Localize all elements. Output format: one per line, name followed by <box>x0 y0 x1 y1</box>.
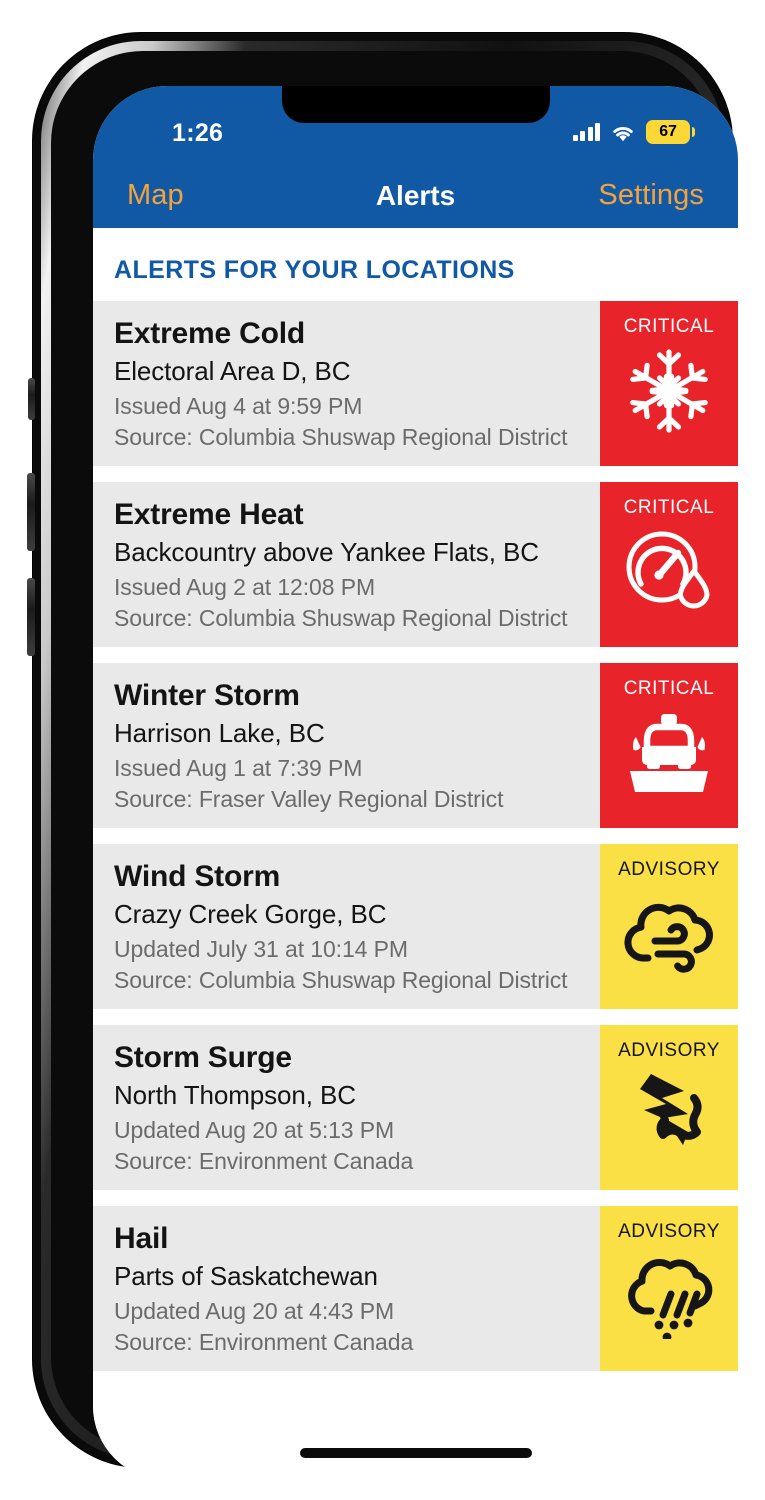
alert-title: Extreme Cold <box>114 317 305 350</box>
alert-title: Hail <box>114 1222 169 1256</box>
alert-location: Parts of Saskatchewan <box>114 1260 378 1291</box>
alert-source: Source: Columbia Shuswap Regional Distri… <box>114 423 568 450</box>
severity-label: ADVISORY <box>618 1040 720 1062</box>
alert-source: Source: Columbia Shuswap Regional Distri… <box>114 966 568 993</box>
alert-card-details: Winter Storm Harrison Lake, BC Issued Aug … <box>93 663 600 828</box>
phone-screen: 1:26 67 Map Alerts Settings ALERTS FOR Y… <box>93 86 738 1480</box>
display-notch <box>281 86 550 123</box>
alert-timestamp: Updated Aug 20 at 4:43 PM <box>114 1298 395 1325</box>
alert-location: Electoral Area D, BC <box>114 355 351 386</box>
tab-settings[interactable]: Settings <box>598 179 704 212</box>
alert-card-details: Extreme Cold Electoral Area D, BC Issued A… <box>93 301 600 466</box>
status-bar-clock: 1:26 <box>172 119 224 147</box>
battery-low-power-icon: 67 <box>646 120 695 144</box>
severity-badge: CRITICAL <box>600 301 738 467</box>
humidex-gauge-icon <box>621 526 717 618</box>
alerts-list-scroll-area[interactable]: ALERTS FOR YOUR LOCATIONS Extreme Cold El… <box>93 228 738 1480</box>
severity-badge: CRITICAL <box>600 663 738 829</box>
alert-card[interactable]: Storm Surge North Thompson, BC Updated Aug… <box>93 1025 738 1191</box>
home-indicator-bar[interactable] <box>299 1448 532 1458</box>
alert-timestamp: Issued Aug 1 at 7:39 PM <box>114 755 363 782</box>
severity-label: CRITICAL <box>623 316 715 337</box>
alert-card[interactable]: Extreme Cold Electoral Area D, BC Issued A… <box>93 301 738 467</box>
alert-location: Crazy Creek Gorge, BC <box>114 898 387 929</box>
alert-location: Backcountry above Yankee Flats, BC <box>114 536 539 567</box>
severity-label: ADVISORY <box>618 859 720 881</box>
alert-title: Extreme Heat <box>114 498 304 532</box>
alert-source: Source: Fraser Valley Regional District <box>114 785 504 812</box>
severity-label: CRITICAL <box>623 497 715 519</box>
battery-percentage-label: 67 <box>659 123 677 140</box>
severity-label: CRITICAL <box>623 678 715 700</box>
navigation-bar: Map Alerts Settings <box>93 163 738 228</box>
severity-badge: ADVISORY <box>600 1025 738 1191</box>
snowflake-icon <box>621 345 717 437</box>
severity-label: ADVISORY <box>618 1221 720 1243</box>
section-header-alerts-for-your-locations: ALERTS FOR YOUR LOCATIONS <box>114 256 515 284</box>
alert-timestamp: Issued Aug 2 at 12:08 PM <box>114 574 375 601</box>
alert-title: Winter Storm <box>114 679 300 713</box>
alert-timestamp: Updated Aug 20 at 5:13 PM <box>114 1117 395 1144</box>
wind-cloud-icon <box>621 888 717 980</box>
alert-source: Source: Environment Canada <box>114 1328 414 1355</box>
alert-title: Storm Surge <box>114 1041 292 1075</box>
alert-timestamp: Issued Aug 4 at 9:59 PM <box>114 393 363 420</box>
alert-location: North Thompson, BC <box>114 1079 356 1110</box>
alert-card[interactable]: Winter Storm Harrison Lake, BC Issued Aug … <box>93 663 738 829</box>
volume-up-button[interactable] <box>27 473 35 551</box>
storm-surge-arrow-icon <box>621 1069 717 1161</box>
cellular-signal-icon <box>572 123 600 141</box>
phone-device-frame: 1:26 67 Map Alerts Settings ALERTS FOR Y… <box>27 33 738 1480</box>
alert-card[interactable]: Extreme Heat Backcountry above Yankee Fla… <box>93 482 738 648</box>
mute-switch-button[interactable] <box>28 378 35 420</box>
volume-down-button[interactable] <box>27 578 35 656</box>
alert-title: Wind Storm <box>114 860 281 894</box>
alert-card-details: Wind Storm Crazy Creek Gorge, BC Updated J… <box>93 844 600 1009</box>
alert-card-details: Hail Parts of Saskatchewan Updated Aug 20 … <box>93 1206 600 1371</box>
status-bar-indicators: 67 <box>572 120 695 144</box>
alert-card[interactable]: Wind Storm Crazy Creek Gorge, BC Updated J… <box>93 844 738 1010</box>
wifi-icon <box>610 123 636 142</box>
severity-badge: CRITICAL <box>600 482 738 648</box>
alert-card-details: Extreme Heat Backcountry above Yankee Fla… <box>93 482 600 647</box>
tab-map[interactable]: Map <box>127 179 184 212</box>
alert-source: Source: Columbia Shuswap Regional Distri… <box>114 604 568 631</box>
severity-badge: ADVISORY <box>600 844 738 1010</box>
hail-cloud-icon <box>621 1250 717 1342</box>
alert-location: Harrison Lake, BC <box>114 717 325 748</box>
alert-card-details: Storm Surge North Thompson, BC Updated Aug… <box>93 1025 600 1190</box>
severity-badge: ADVISORY <box>600 1206 738 1372</box>
alert-source: Source: Environment Canada <box>114 1147 414 1174</box>
alerts-list: Extreme Cold Electoral Area D, BC Issued A… <box>93 301 738 1372</box>
alert-card[interactable]: Hail Parts of Saskatchewan Updated Aug 20 … <box>93 1206 738 1372</box>
alert-timestamp: Updated July 31 at 10:14 PM <box>114 936 408 963</box>
snowplow-icon <box>621 707 717 799</box>
